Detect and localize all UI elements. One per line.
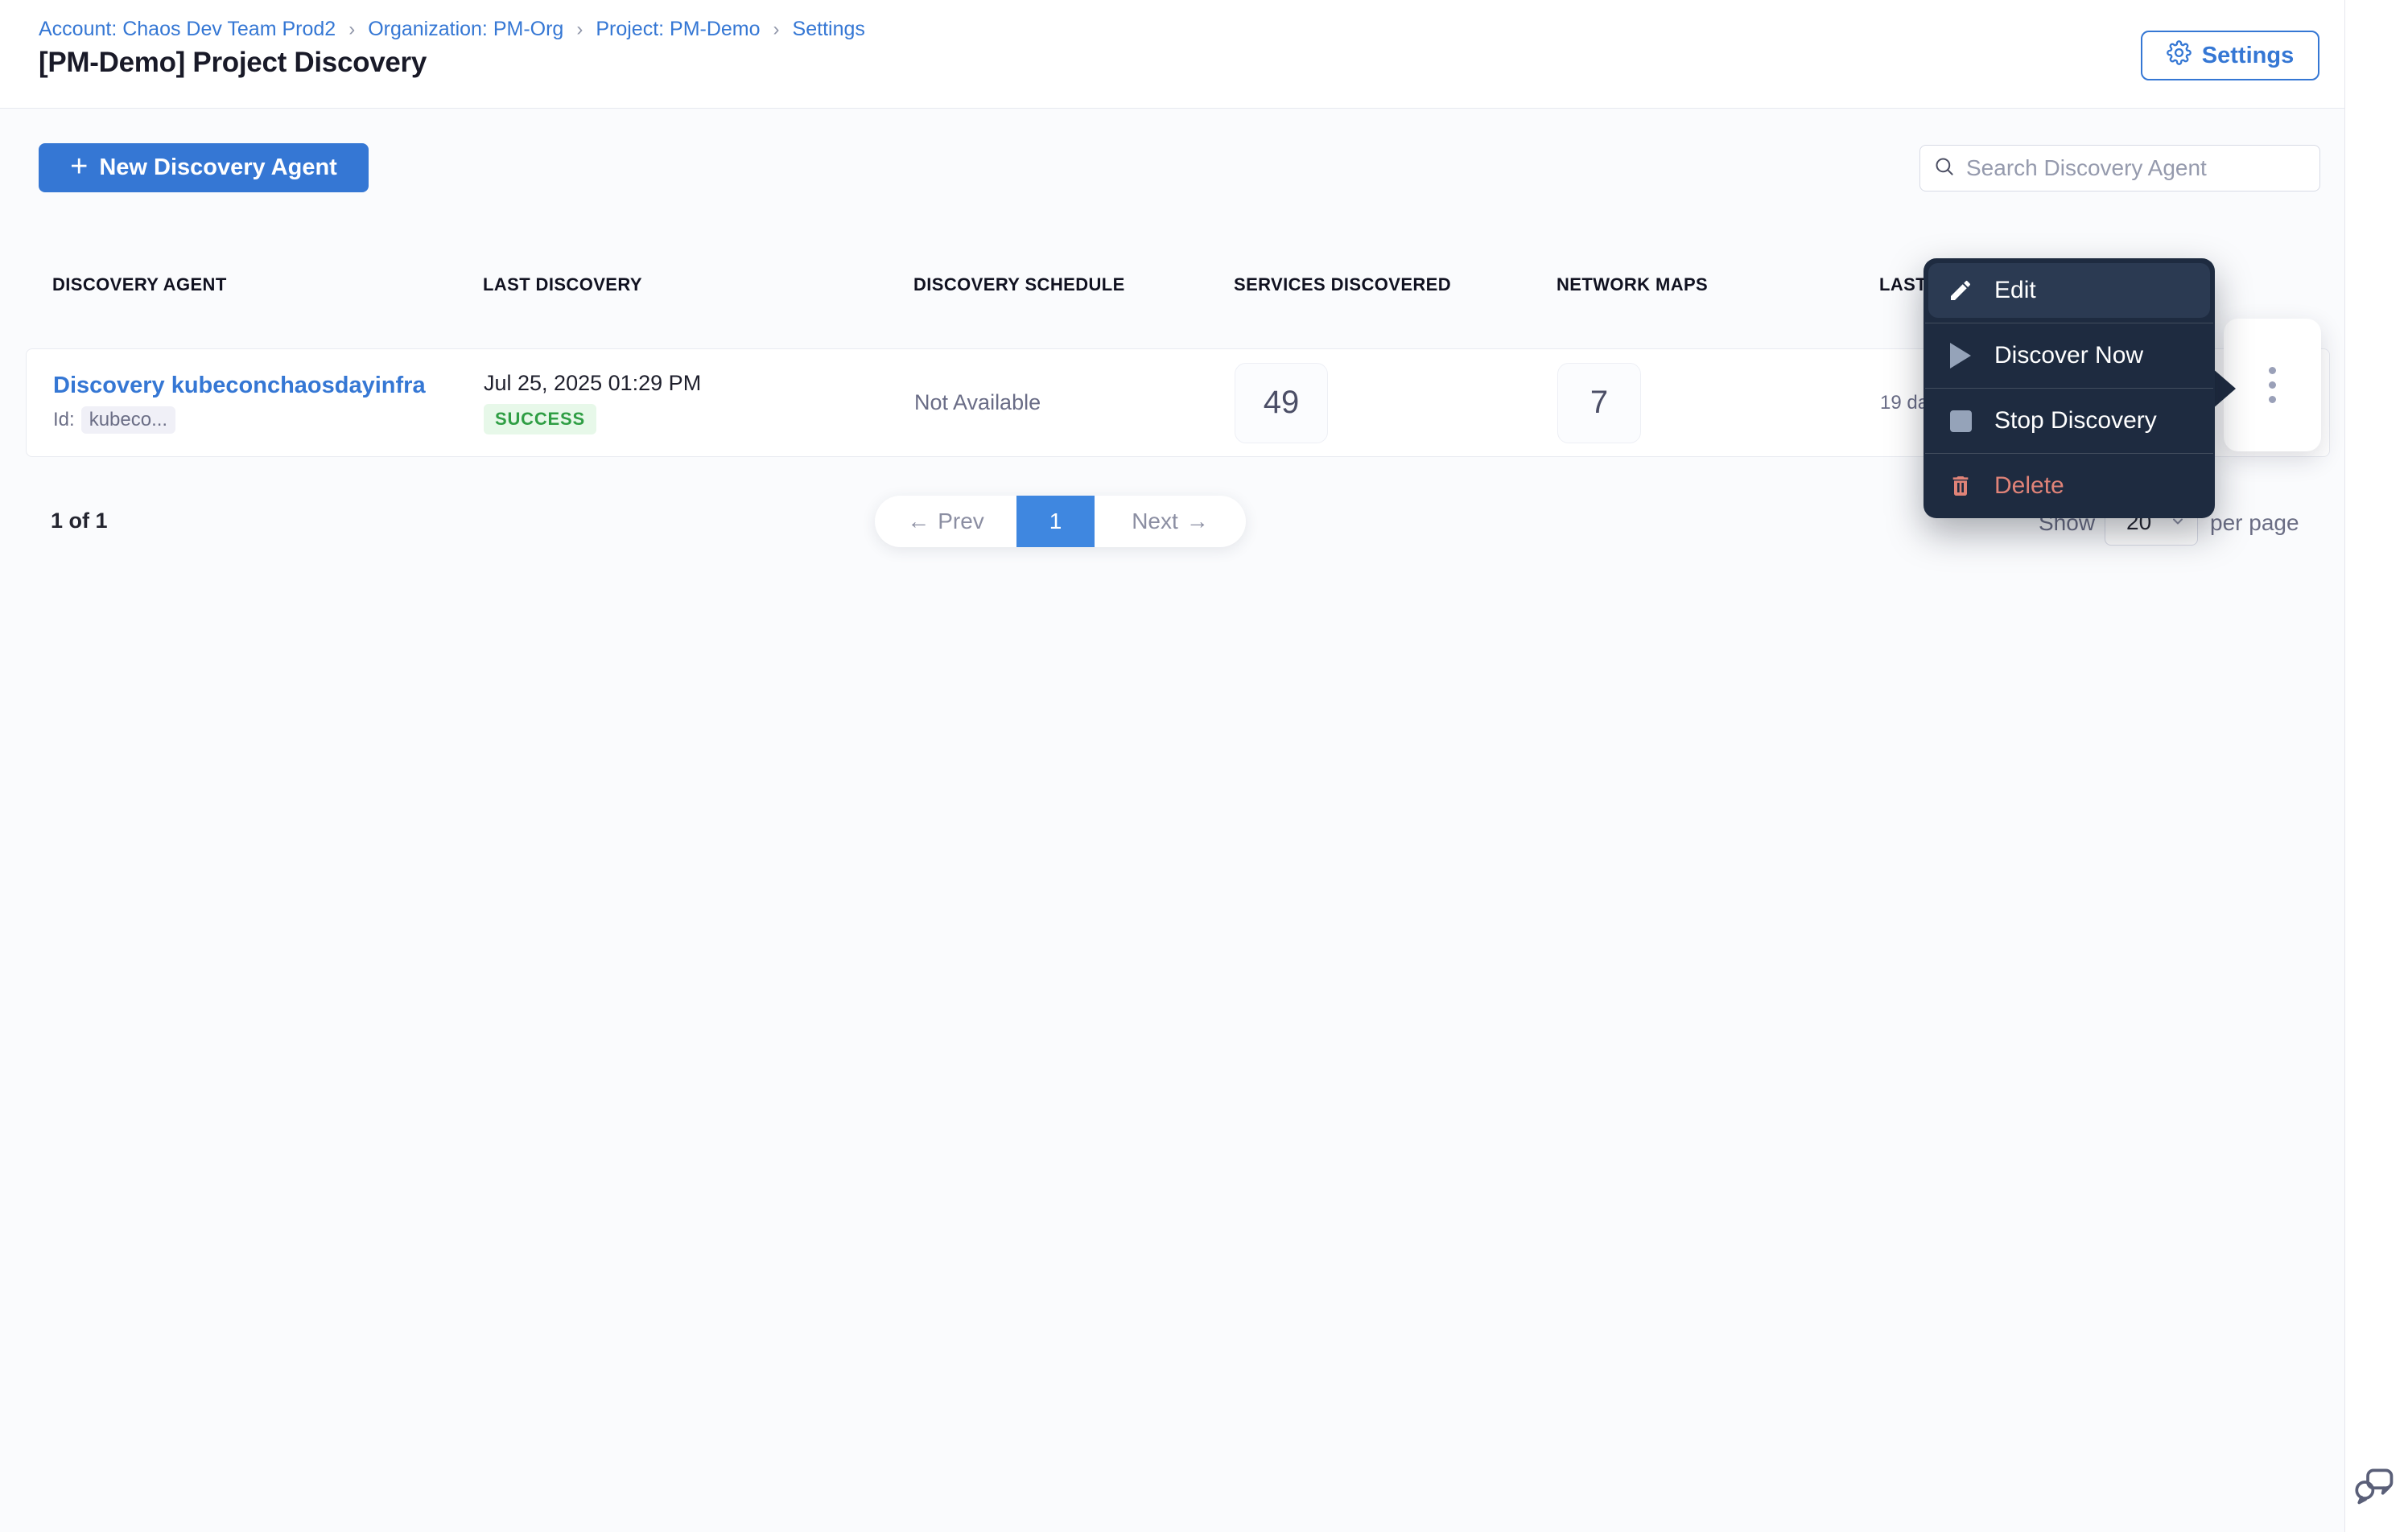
agent-id: Id: kubeco... [53,406,484,434]
page-1-button[interactable]: 1 [1016,496,1095,547]
network-maps-count: 7 [1557,362,1641,443]
pager: ← Prev 1 Next → [875,496,1246,547]
menu-item-stop-discovery[interactable]: Stop Discovery [1924,389,2215,453]
play-icon [1948,343,1973,369]
prev-page-button[interactable]: ← Prev [875,496,1016,547]
search-box [1919,145,2320,192]
trash-icon [1948,473,1973,499]
agent-id-label: Id: [53,408,75,430]
chat-icon [2352,1463,2397,1512]
cell-last-discovery: Jul 25, 2025 01:29 PM SUCCESS [484,371,914,434]
cell-services-discovered: 49 [1235,362,1557,443]
search-input[interactable] [1966,155,2307,181]
menu-item-stop-discovery-label: Stop Discovery [1994,407,2157,434]
new-discovery-agent-label: New Discovery Agent [99,154,337,180]
agent-id-value: kubeco... [80,406,176,434]
menu-item-edit-label: Edit [1994,277,2036,303]
project-discovery-page: Account: Chaos Dev Team Prod2 › Organiza… [0,0,2408,1532]
top-bar: Account: Chaos Dev Team Prod2 › Organiza… [0,0,2408,108]
gear-icon [2166,39,2192,72]
context-menu-caret [2212,368,2236,410]
new-discovery-agent-button[interactable]: + New Discovery Agent [39,143,369,192]
menu-item-delete-label: Delete [1994,472,2064,499]
column-discovery-agent: DISCOVERY AGENT [52,274,227,294]
chat-widget-button[interactable] [2350,1463,2398,1511]
column-discovery-schedule: DISCOVERY SCHEDULE [913,274,1125,294]
search-icon [1933,155,1955,181]
menu-item-discover-now[interactable]: Discover Now [1924,323,2215,388]
cell-discovery-agent: Discovery kubeconchaosdayinfra Id: kubec… [53,373,484,434]
next-page-button[interactable]: Next → [1095,496,1246,547]
breadcrumb-project-link[interactable]: Project: PM-Demo [596,18,760,41]
cell-network-maps: 7 [1557,362,1880,443]
plus-icon: + [70,149,89,183]
breadcrumb-separator: › [773,18,780,40]
row-actions-overlay [2224,319,2321,451]
services-discovered-count: 49 [1235,362,1328,443]
column-network-maps: NETWORK MAPS [1557,274,1709,294]
pencil-icon [1948,278,1973,303]
per-page-label: per page [2210,510,2299,535]
prev-arrow-icon: ← [907,509,930,533]
breadcrumb-separator: › [348,18,356,40]
agent-name-link[interactable]: Discovery kubeconchaosdayinfra [53,373,484,399]
right-rail-divider [2344,0,2345,1532]
menu-item-delete[interactable]: Delete [1924,454,2215,518]
settings-button-label: Settings [2201,42,2295,68]
column-services-discovered: SERVICES DISCOVERED [1234,274,1452,294]
breadcrumb-organization-link[interactable]: Organization: PM-Org [368,18,563,41]
page-title: [PM-Demo] Project Discovery [39,47,427,78]
menu-item-discover-now-label: Discover Now [1994,342,2144,369]
breadcrumb: Account: Chaos Dev Team Prod2 › Organiza… [39,18,865,41]
row-context-menu: Edit Discover Now Stop Discovery Delete [1924,258,2215,518]
settings-button[interactable]: Settings [2141,31,2319,80]
column-last-discovery: LAST DISCOVERY [483,274,642,294]
row-menu-button[interactable] [2261,359,2284,411]
status-badge: SUCCESS [484,404,596,434]
stop-icon [1948,408,1973,434]
page-summary: 1 of 1 [51,509,108,533]
next-arrow-icon: → [1185,509,1209,533]
menu-item-edit[interactable]: Edit [1928,263,2210,318]
breadcrumb-separator: › [576,18,583,40]
prev-label: Prev [938,509,984,533]
breadcrumb-settings-link[interactable]: Settings [793,18,865,41]
breadcrumb-account-link[interactable]: Account: Chaos Dev Team Prod2 [39,18,336,41]
cell-discovery-schedule: Not Available [914,390,1041,414]
last-discovery-time: Jul 25, 2025 01:29 PM [484,371,702,395]
next-label: Next [1132,509,1178,533]
